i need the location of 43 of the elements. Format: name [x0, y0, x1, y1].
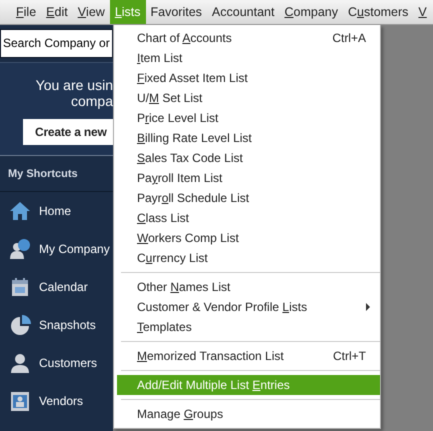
customers-icon — [9, 352, 31, 374]
menu-bar-item[interactable]: View — [72, 0, 110, 24]
company-icon — [9, 238, 31, 260]
menu-bar-item[interactable]: Company — [279, 0, 343, 24]
menu-item[interactable]: Payroll Schedule List — [117, 188, 380, 208]
menu-item[interactable]: Billing Rate Level List — [117, 128, 380, 148]
calendar-icon — [9, 276, 31, 298]
menu-item[interactable]: Other Names List — [117, 277, 380, 297]
banner-text: You are usin — [34, 77, 113, 93]
shortcut-item[interactable]: Customers — [39, 354, 98, 372]
menu-bar-item[interactable]: File — [11, 0, 42, 24]
home-icon — [9, 200, 31, 222]
menu-item[interactable]: Price Level List — [117, 108, 380, 128]
menu-item[interactable]: Workers Comp List — [117, 228, 380, 248]
menu-item[interactable]: Manage Groups — [117, 404, 380, 424]
vendors-icon — [9, 390, 31, 412]
shortcut-item[interactable]: Home — [39, 202, 72, 220]
menu-item[interactable]: Class List — [117, 208, 380, 228]
menu-item[interactable]: Memorized Transaction List Ctrl+T — [117, 346, 380, 366]
snapshots-icon — [9, 314, 31, 336]
menu-bar-item[interactable]: Customers — [342, 0, 414, 24]
menu-item[interactable]: Fixed Asset Item List — [117, 68, 380, 88]
menu-bar-item[interactable]: V — [413, 0, 432, 24]
create-button[interactable]: Create a new — [23, 119, 113, 145]
banner-text: compa — [70, 93, 113, 109]
shortcut-item[interactable]: My Company — [39, 240, 110, 258]
menu-bar-item[interactable]: Accountant — [206, 0, 280, 24]
menu-item[interactable]: Sales Tax Code List — [117, 148, 380, 168]
menu-item[interactable]: Payroll Item List — [117, 168, 380, 188]
menu-item[interactable]: Chart of Accounts Ctrl+A — [117, 28, 380, 48]
menu-bar-item[interactable]: Favorites — [146, 0, 207, 24]
search-field[interactable]: Search Company or — [0, 29, 113, 58]
shortcut-text: Ctrl+A — [332, 30, 366, 47]
shortcut-text: Ctrl+T — [333, 348, 366, 365]
shortcut-item[interactable]: Vendors — [39, 392, 84, 410]
menu-item[interactable]: Customer & Vendor Profile Lists — [117, 297, 380, 317]
menu-item[interactable]: Currency List — [117, 248, 380, 268]
shortcut-item[interactable]: Snapshots — [39, 316, 96, 334]
menu-item[interactable]: U/M Set List — [117, 88, 380, 108]
shortcut-item[interactable]: Calendar — [39, 278, 88, 296]
menu-item[interactable]: Templates — [117, 317, 380, 337]
menu-item[interactable]: Item List — [117, 48, 380, 68]
menu-bar-item[interactable]: Edit — [41, 0, 73, 24]
